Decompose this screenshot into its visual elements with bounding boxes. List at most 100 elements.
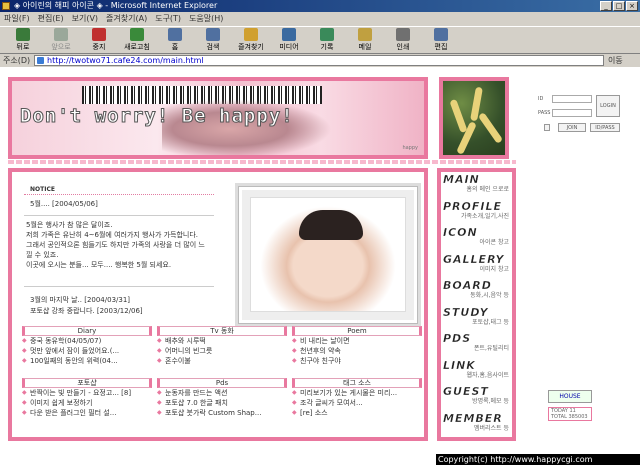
board-column: Pds눈동자를 만드는 액션포토샵 7.0 한글 패치포토샵 붓가락 Custo… [157, 378, 287, 418]
board-column: 포토샵반짝이는 빛 만들기 - 요정고... [8]이미지 쉽게 보정하기다운 … [22, 378, 152, 418]
board-item[interactable]: 혼수이불 [157, 356, 287, 366]
address-label: 주소(D) [3, 56, 31, 65]
board-item[interactable]: 반짝이는 빛 만들기 - 요정고... [8] [22, 388, 152, 398]
side-menu-item[interactable]: MAIN 홈의 메인 으로로 [443, 173, 515, 196]
board-title[interactable]: 태그 소스 [292, 378, 422, 388]
menu-edit[interactable]: 편집(E) [34, 12, 68, 26]
login-button[interactable]: LOGIN [596, 95, 620, 117]
photo-hair-shape [299, 210, 363, 240]
side-menu-caption: 폰트,유틸리티 [473, 345, 509, 352]
board-item[interactable]: 중국 동유학(04/05/07) [22, 336, 152, 346]
side-menu-title: PDS [443, 332, 472, 345]
side-menu-item[interactable]: MEMBER 멤버리스트 등 [443, 412, 515, 435]
board-title[interactable]: Poem [292, 326, 422, 336]
board-title[interactable]: Pds [157, 378, 287, 388]
notice-line: 저희 가족은 유난히 4~6월에 여러가지 행사가 가득합니다. [26, 231, 199, 239]
notice-item-1[interactable]: 5월.... [2004/05/06] [30, 199, 98, 209]
toolbar-button-11[interactable]: 인쇄 [384, 26, 422, 53]
board-item[interactable]: 멋만 앞에서 잠이 들었어요.(... [22, 346, 152, 356]
toolbar-button-1[interactable]: 뒤로 [4, 26, 42, 53]
ie-logo-icon [2, 2, 10, 10]
side-menu-item[interactable]: ICON 아이콘 창고 [443, 226, 515, 249]
house-button[interactable]: HOUSE [548, 390, 592, 403]
board-item[interactable]: 이미지 쉽게 보정하기 [22, 398, 152, 408]
board-item[interactable]: 눈동자를 만드는 액션 [157, 388, 287, 398]
toolbar-button-8[interactable]: 미디어 [270, 26, 308, 53]
baby-photo-frame [239, 187, 417, 323]
board-title[interactable]: Diary [22, 326, 152, 336]
board-item[interactable]: 친구야 친구야 [292, 356, 422, 366]
close-button[interactable]: × [626, 1, 638, 11]
save-id-checkbox[interactable] [544, 124, 550, 131]
go-button[interactable]: 이동 [608, 54, 623, 67]
menu-file[interactable]: 파일(F) [0, 12, 34, 26]
board-title[interactable]: Tv 동화 [157, 326, 287, 336]
board-item[interactable]: [re] 소스 [292, 408, 422, 418]
side-menu-item[interactable]: GUEST 방명록,메모 등 [443, 385, 515, 408]
menu-help[interactable]: 도움말(H) [185, 12, 227, 26]
toolbar-button-5[interactable]: 홈 [156, 26, 194, 53]
pass-input[interactable] [552, 108, 592, 117]
board-item[interactable]: 100일째의 동안의 위력(04... [22, 356, 152, 366]
board-item[interactable]: 조각 글씨가 모여서... [292, 398, 422, 408]
id-input[interactable] [552, 94, 592, 103]
toolbar-button-label: 앞으로 [51, 43, 71, 51]
find-idpass-button[interactable]: ID/PASS [590, 123, 620, 132]
side-menu-item[interactable]: BOARD 동화,시,음악 등 [443, 279, 515, 302]
side-menu-item[interactable]: GALLERY 이미지 창고 [443, 253, 515, 276]
toolbar-button-2[interactable]: 앞으로 [42, 26, 80, 53]
toolbar-button-label: 편집 [434, 43, 448, 51]
toolbar-button-12[interactable]: 편집 [422, 26, 460, 53]
toolbar-button-label: 뒤로 [16, 43, 30, 51]
window-title: ◈ 아이린의 해피 아이콘 ◈ - Microsoft Internet Exp… [14, 1, 218, 10]
toolbar: 뒤로 앞으로 중지 새로고침 홈 검색 즐겨찾기 미디어 기록 메일 인쇄 편집 [0, 26, 640, 54]
favorites-icon [244, 28, 258, 41]
menu-favorites[interactable]: 즐겨찾기(A) [102, 12, 151, 26]
side-menu-item[interactable]: PDS 폰트,유틸리티 [443, 332, 515, 355]
board-item[interactable]: 포토샵 붓가락 Custom Shap... [157, 408, 287, 418]
main-content-panel: NOTICE 5월.... [2004/05/06] 5월은 행사가 참 많은 … [8, 168, 428, 441]
login-box: ID PASS LOGIN JOIN ID/PASS [538, 92, 622, 142]
menu-view[interactable]: 보기(V) [68, 12, 102, 26]
notice-line: 이곳에 오시는 분들... 모두.... 행복한 5월 되세요. [26, 261, 172, 269]
maximize-button[interactable]: □ [613, 1, 625, 11]
copyright-banner: Copyright(c) http://www.happycgi.com [436, 454, 640, 465]
side-menu-item[interactable]: PROFILE 가족소개,일기,사진 [443, 200, 515, 223]
toolbar-button-6[interactable]: 검색 [194, 26, 232, 53]
toolbar-button-7[interactable]: 즐겨찾기 [232, 26, 270, 53]
counter-total-label: TOTAL [551, 414, 567, 420]
side-menu-item[interactable]: LINK 웹자,홈,음사이트 [443, 359, 515, 382]
notice-heading: NOTICE [24, 186, 214, 195]
board-title[interactable]: 포토샵 [22, 378, 152, 388]
board-item[interactable]: 다운 받은 플러그인 필터 설... [22, 408, 152, 418]
toolbar-button-label: 미디어 [279, 43, 299, 51]
baby-photo [250, 197, 406, 312]
board-item[interactable]: 미리보기가 있는 게시물은 미리... [292, 388, 422, 398]
minimize-button[interactable]: _ [600, 1, 612, 11]
window-titlebar: ◈ 아이린의 해피 아이콘 ◈ - Microsoft Internet Exp… [0, 0, 640, 12]
side-menu-item[interactable]: STUDY 포토샵,태그 등 [443, 306, 515, 329]
board-item[interactable]: 배추와 시루떡 [157, 336, 287, 346]
toolbar-button-3[interactable]: 중지 [80, 26, 118, 53]
toolbar-button-label: 인쇄 [396, 43, 410, 51]
address-bar: 주소(D) http://twotwo71.cafe24.com/main.ht… [0, 54, 640, 67]
search-icon [206, 28, 220, 41]
back-arrow-icon [16, 28, 30, 41]
toolbar-button-label: 중지 [92, 43, 106, 51]
window-controls: _ □ × [600, 1, 638, 11]
side-menu-title: MAIN [443, 173, 480, 186]
toolbar-button-10[interactable]: 메일 [346, 26, 384, 53]
toolbar-button-label: 기록 [320, 43, 334, 51]
menu-tools[interactable]: 도구(T) [151, 12, 185, 26]
board-item[interactable]: 어머니의 빈그릇 [157, 346, 287, 356]
board-item[interactable]: 비 내리는 날이면 [292, 336, 422, 346]
home-icon [168, 28, 182, 41]
notice-item-3[interactable]: 포토샵 강좌 중랍니다. [2003/12/06] [30, 306, 143, 316]
board-item[interactable]: 천년후의 약속 [292, 346, 422, 356]
address-input[interactable]: http://twotwo71.cafe24.com/main.html [34, 55, 604, 66]
join-button[interactable]: JOIN [558, 123, 586, 132]
board-item[interactable]: 포토샵 7.0 한글 패치 [157, 398, 287, 408]
toolbar-button-9[interactable]: 기록 [308, 26, 346, 53]
toolbar-button-4[interactable]: 새로고침 [118, 26, 156, 53]
notice-item-2[interactable]: 3월의 마지막 날.. [2004/03/31] [30, 295, 130, 305]
